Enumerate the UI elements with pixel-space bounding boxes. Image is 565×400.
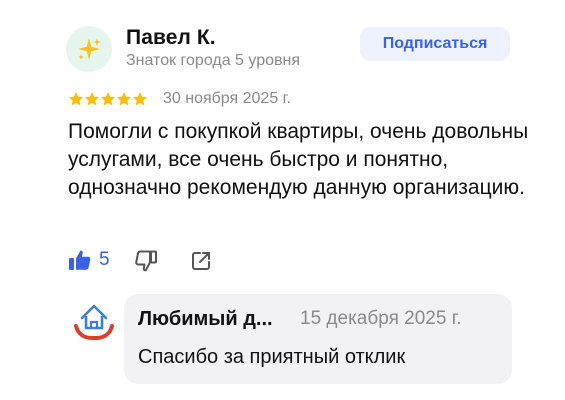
reply-text: Спасибо за приятный отклик — [138, 346, 406, 368]
rating-stars — [68, 91, 148, 107]
star-icon — [85, 92, 99, 106]
share-icon — [192, 252, 210, 270]
author-name[interactable]: Павел К. — [126, 26, 216, 50]
review-text: Помогли с покупкой квартиры, очень довол… — [68, 120, 529, 199]
org-avatar[interactable] — [72, 298, 116, 342]
star-icon — [133, 92, 147, 106]
like-count: 5 — [99, 249, 110, 270]
dislike-button[interactable] — [134, 249, 158, 278]
star-icon — [117, 92, 131, 106]
org-reply-bubble: Любимый д... 15 декабря 2025 г. Спасибо … — [124, 294, 512, 384]
sparkles-icon — [78, 38, 101, 60]
thumbs-down-icon — [135, 250, 157, 272]
house-hands-icon — [74, 304, 114, 340]
author-level: Знаток города 5 уровня — [126, 52, 301, 69]
author-avatar[interactable] — [66, 26, 112, 72]
reply-date: 15 декабря 2025 г. — [300, 308, 462, 329]
star-icon — [101, 92, 115, 106]
share-button[interactable] — [190, 250, 212, 277]
org-name[interactable]: Любимый д... — [138, 308, 273, 331]
star-icon — [69, 92, 83, 106]
thumbs-up-icon — [69, 250, 91, 270]
subscribe-button[interactable]: Подписаться — [360, 27, 510, 61]
review-date: 30 ноября 2025 г. — [163, 90, 291, 107]
like-button[interactable]: 5 — [68, 248, 110, 272]
